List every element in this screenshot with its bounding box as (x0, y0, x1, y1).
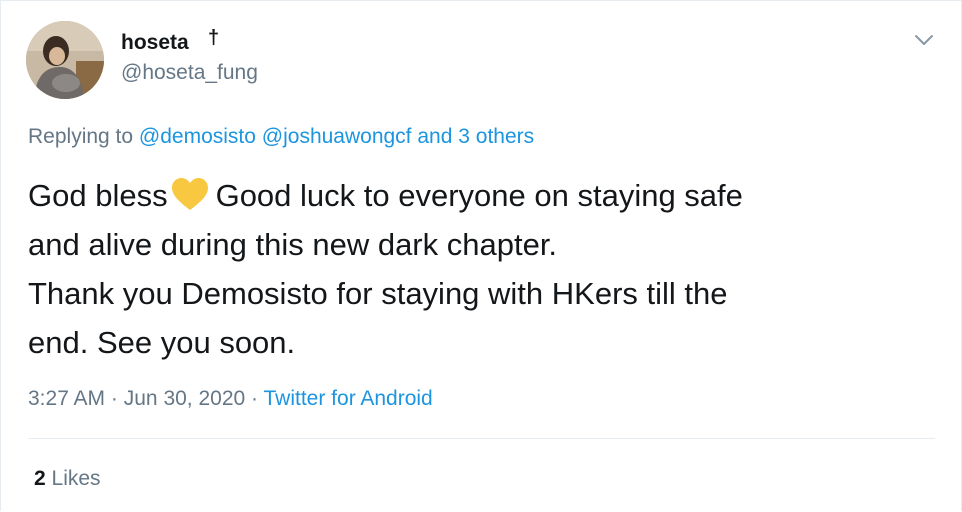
yellow-heart-icon (170, 175, 210, 215)
mention-link[interactable]: @demosisto (139, 125, 256, 148)
tweet-line: end. See you soon. (28, 325, 296, 360)
tweet-meta: 3:27 AM · Jun 30, 2020 · Twitter for And… (28, 387, 433, 411)
chevron-down-icon[interactable] (911, 29, 937, 51)
tweet-card: hoseta † @hoseta_fung Replying to @demos… (0, 0, 962, 511)
avatar[interactable] (26, 21, 104, 99)
name-suffix: † (208, 27, 220, 49)
tweet-line: God bless Good luck to everyone on stayin… (28, 171, 928, 220)
tweet-text-part: God bless (28, 178, 168, 213)
meta-separator: · (251, 387, 259, 410)
likes-count: 2 (34, 467, 46, 490)
replying-to-line: Replying to @demosisto @joshuawongcf and… (28, 125, 534, 149)
likes-link[interactable]: 2 Likes (34, 467, 101, 491)
tweet-time[interactable]: 3:27 AM (28, 387, 105, 410)
meta-separator: · (110, 387, 118, 410)
user-handle[interactable]: @hoseta_fung (121, 61, 258, 85)
mention-link[interactable]: @joshuawongcf (262, 125, 412, 148)
tweet-line: and alive during this new dark chapter. (28, 227, 558, 262)
replying-prefix: Replying to (28, 125, 134, 148)
likes-label: Likes (51, 467, 101, 490)
tweet-text: God bless Good luck to everyone on stayin… (28, 171, 928, 367)
others-link[interactable]: and 3 others (417, 125, 534, 148)
divider (28, 438, 935, 439)
tweet-line: Thank you Demosisto for staying with HKe… (28, 276, 728, 311)
display-name[interactable]: hoseta (121, 31, 189, 55)
tweet-source-link[interactable]: Twitter for Android (264, 387, 433, 410)
tweet-date[interactable]: Jun 30, 2020 (124, 387, 245, 410)
tweet-text-part: Good luck to everyone on staying safe (215, 178, 743, 213)
